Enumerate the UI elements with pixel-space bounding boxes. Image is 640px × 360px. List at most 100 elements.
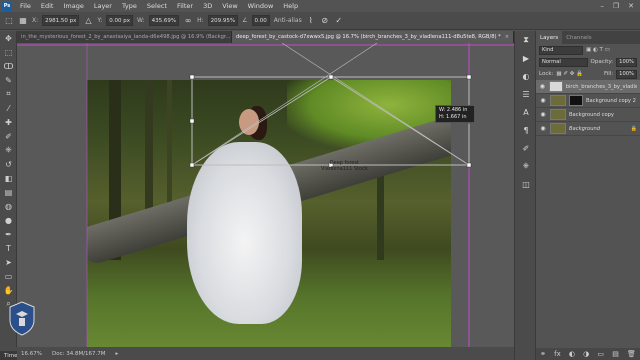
blend-mode-select[interactable]: Normal — [539, 57, 588, 67]
properties-icon[interactable]: ☰ — [515, 85, 537, 103]
tab-mysterious-forest[interactable]: in_the_mysterious_forest_2_by_anastasiya… — [17, 31, 232, 43]
menu-3d[interactable]: 3D — [198, 2, 217, 10]
gradient-tool-icon[interactable]: ▤ — [0, 185, 17, 199]
handle-top-left[interactable] — [189, 74, 195, 80]
kind-filter[interactable]: Kind — [539, 45, 583, 55]
brush-tool-icon[interactable]: ✐ — [0, 129, 17, 143]
character-icon[interactable]: A — [515, 103, 537, 121]
commit-icon[interactable]: ✓ — [334, 16, 344, 26]
layer-name[interactable]: Background copy — [569, 112, 614, 118]
menu-image[interactable]: Image — [58, 2, 88, 10]
quick-select-tool-icon[interactable]: ✎ — [0, 73, 17, 87]
filter-icons[interactable]: ▣ ◐ T ▭ — [586, 47, 610, 53]
tab-channels[interactable]: Channels — [562, 35, 595, 41]
transform-overlay[interactable] — [17, 43, 514, 347]
clone-source-icon[interactable]: ⎈ — [515, 157, 537, 175]
adjustment-layer-icon[interactable]: ◑ — [583, 350, 589, 358]
visibility-eye-icon[interactable]: ◉ — [539, 97, 547, 104]
handle-bottom-left[interactable] — [189, 162, 195, 168]
link-icon[interactable]: ∞ — [183, 16, 193, 26]
marquee-tool-icon[interactable]: ⬚ — [0, 45, 17, 59]
w-field[interactable]: 435.69% — [148, 15, 180, 26]
delta-icon[interactable]: △ — [83, 16, 93, 26]
visibility-eye-icon[interactable]: ◉ — [539, 125, 547, 132]
shape-tool-icon[interactable]: ▭ — [0, 269, 17, 283]
close-button[interactable]: ✕ — [628, 2, 634, 10]
layer-thumbnail — [550, 123, 566, 134]
adjustments-icon[interactable]: ◐ — [515, 67, 537, 85]
status-menu-arrow[interactable]: ▸ — [116, 351, 119, 357]
menu-window[interactable]: Window — [243, 2, 279, 10]
canvas-area[interactable]: Deep forest Vladlena111 Stock W: 2.486 i… — [17, 43, 514, 347]
opacity-field[interactable]: 100% — [616, 57, 637, 67]
brush-presets-icon[interactable]: ✐ — [515, 139, 537, 157]
clone-tool-icon[interactable]: ⎈ — [0, 143, 17, 157]
layer-name[interactable]: Background copy 2 — [586, 98, 636, 104]
layer-name[interactable]: Background — [569, 126, 600, 132]
handle-bottom-right[interactable] — [466, 162, 472, 168]
layer-row[interactable]: ◉ Background copy 2 — [536, 94, 640, 108]
menu-help[interactable]: Help — [278, 2, 303, 10]
visibility-eye-icon[interactable]: ◉ — [539, 83, 546, 90]
fill-field[interactable]: 100% — [616, 69, 637, 79]
minimize-button[interactable]: – — [600, 2, 604, 10]
healing-tool-icon[interactable]: ✚ — [0, 115, 17, 129]
new-layer-icon[interactable]: ▤ — [612, 350, 619, 358]
close-tab-icon[interactable]: × — [505, 34, 509, 40]
blur-tool-icon[interactable]: ◍ — [0, 199, 17, 213]
tab-label: in_the_mysterious_forest_2_by_anastasiya… — [21, 34, 231, 40]
add-mask-icon[interactable]: ◐ — [569, 350, 575, 358]
new-group-icon[interactable]: ▭ — [597, 350, 604, 358]
menu-layer[interactable]: Layer — [89, 2, 117, 10]
link-layers-icon[interactable]: ⚭ — [540, 350, 546, 358]
type-tool-icon[interactable]: T — [0, 241, 17, 255]
history-brush-icon[interactable]: ↺ — [0, 157, 17, 171]
interpolation-label[interactable]: Anti-alias — [274, 17, 302, 24]
eraser-tool-icon[interactable]: ◧ — [0, 171, 17, 185]
blend-row: Normal Opacity: 100% — [536, 56, 640, 68]
move-tool-icon[interactable]: ✥ — [0, 31, 17, 45]
layer-name[interactable]: birch_branches_3_by_vladlena... — [566, 84, 637, 90]
menu-type[interactable]: Type — [117, 2, 142, 10]
angle-field[interactable]: 0.00 — [251, 15, 270, 26]
handle-top-mid[interactable] — [328, 74, 334, 80]
h-field[interactable]: 209.95% — [207, 15, 239, 26]
tab-deep-forest[interactable]: deep_forest_by_castock-d7xwwx5.jpg @ 16.… — [232, 31, 514, 43]
restore-button[interactable]: ❐ — [613, 2, 619, 10]
transform-bounding-box[interactable] — [191, 76, 470, 166]
menu-view[interactable]: View — [217, 2, 242, 10]
warp-icon[interactable]: ⌇ — [306, 16, 316, 26]
menu-edit[interactable]: Edit — [36, 2, 59, 10]
zoom-level[interactable]: 16.67% — [21, 351, 42, 357]
styles-icon[interactable]: ◫ — [515, 175, 537, 193]
y-field[interactable]: 0.00 px — [106, 15, 134, 26]
layer-row[interactable]: ◉ Background copy — [536, 108, 640, 122]
reference-point-icon[interactable]: ▦ — [18, 16, 28, 26]
visibility-eye-icon[interactable]: ◉ — [539, 111, 547, 118]
lasso-tool-icon[interactable]: ↀ — [0, 59, 17, 73]
lock-icons[interactable]: ▦ ✐ ✥ 🔒 — [556, 71, 583, 77]
dodge-tool-icon[interactable]: ● — [0, 213, 17, 227]
menu-file[interactable]: File — [15, 2, 36, 10]
delete-layer-icon[interactable]: 🗑 — [627, 350, 636, 358]
layer-mask-thumbnail[interactable] — [569, 95, 583, 106]
layer-style-icon[interactable]: fx — [554, 350, 561, 358]
handle-top-right[interactable] — [466, 74, 472, 80]
layer-row[interactable]: ◉ birch_branches_3_by_vladlena... — [536, 80, 640, 94]
menu-select[interactable]: Select — [142, 2, 172, 10]
hand-tool-icon[interactable]: ✋ — [0, 283, 17, 297]
tab-layers[interactable]: Layers — [536, 31, 563, 44]
history-icon[interactable]: ⧗ — [515, 31, 537, 49]
handle-mid-left[interactable] — [189, 118, 195, 124]
transform-tool-icon[interactable]: ⬚ — [4, 16, 14, 26]
layer-row[interactable]: ◉ Background 🔒 — [536, 122, 640, 136]
menu-filter[interactable]: Filter — [172, 2, 198, 10]
paragraph-icon[interactable]: ¶ — [515, 121, 537, 139]
crop-tool-icon[interactable]: ⌗ — [0, 87, 17, 101]
pen-tool-icon[interactable]: ✒ — [0, 227, 17, 241]
eyedropper-tool-icon[interactable]: ⁄ — [0, 101, 17, 115]
cancel-icon[interactable]: ⊘ — [320, 16, 330, 26]
path-select-icon[interactable]: ➤ — [0, 255, 17, 269]
actions-icon[interactable]: ▶ — [515, 49, 537, 67]
x-field[interactable]: 2981.50 px — [42, 15, 80, 26]
